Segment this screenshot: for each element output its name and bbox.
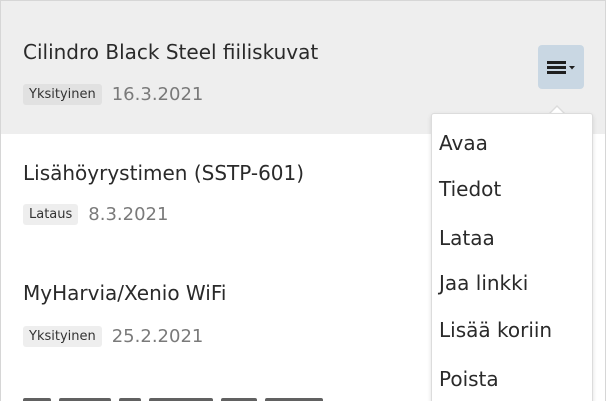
visibility-badge: Yksityinen: [23, 84, 102, 105]
item-title[interactable]: MyHarvia/Xenio WiFi: [23, 281, 226, 305]
menu-item-details[interactable]: Tiedot: [439, 177, 501, 201]
item-meta: Yksityinen 25.2.2021: [23, 326, 203, 347]
item-meta: Lataus 8.3.2021: [23, 204, 168, 225]
menu-item-download[interactable]: Lataa: [439, 226, 495, 250]
menu-item-add-to-cart[interactable]: Lisää koriin: [439, 318, 552, 342]
list-item-partial: [23, 389, 423, 401]
hamburger-dropdown-icon: [547, 61, 575, 74]
item-date: 8.3.2021: [88, 204, 169, 225]
visibility-badge: Lataus: [23, 204, 79, 225]
menu-item-share-link[interactable]: Jaa linkki: [439, 271, 528, 295]
item-title[interactable]: Lisähöyrystimen (SSTP-601): [23, 161, 304, 185]
menu-item-delete[interactable]: Poista: [439, 367, 499, 391]
item-menu-button[interactable]: [538, 45, 584, 89]
item-date: 25.2.2021: [111, 326, 204, 347]
visibility-badge: Yksityinen: [23, 326, 102, 347]
item-title[interactable]: Cilindro Black Steel fiiliskuvat: [23, 40, 318, 64]
menu-item-open[interactable]: Avaa: [439, 131, 488, 155]
item-meta: Yksityinen 16.3.2021: [23, 84, 203, 105]
item-date: 16.3.2021: [111, 84, 204, 105]
file-list-panel: Cilindro Black Steel fiiliskuvat Yksityi…: [0, 0, 606, 401]
item-actions-dropdown: Avaa Tiedot Lataa Jaa linkki Lisää korii…: [431, 113, 593, 401]
